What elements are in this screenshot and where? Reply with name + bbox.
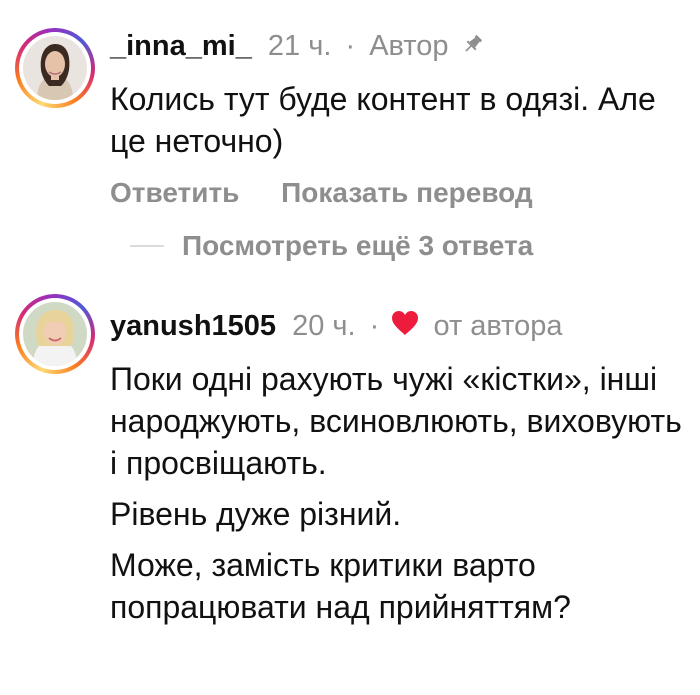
user-photo-icon: [23, 302, 87, 366]
comment-text: Поки одні рахують чужі «кістки», інші на…: [110, 358, 690, 637]
separator: ·: [345, 30, 356, 62]
comment-paragraph: Колись тут буде контент в одязі. Але це …: [110, 81, 656, 159]
reply-button[interactable]: Ответить: [110, 177, 239, 208]
avatar[interactable]: [15, 28, 95, 108]
username[interactable]: yanush1505: [110, 310, 276, 342]
comment-paragraph: Рівень дуже різний.: [110, 496, 402, 532]
comment-actions: Ответить Показать перевод: [110, 177, 533, 209]
avatar-photo: [23, 302, 87, 366]
comment-paragraph: Може, замість критики варто попрацювати …: [110, 547, 571, 625]
divider: [130, 245, 164, 247]
avatar-photo: [23, 36, 87, 100]
separator: ·: [369, 310, 380, 342]
view-more-replies-label: Посмотреть ещё 3 ответа: [182, 230, 534, 261]
author-badge: Автор: [369, 30, 449, 62]
heart-icon: [391, 309, 419, 345]
user-photo-icon: [23, 36, 87, 100]
comment-text: Колись тут буде контент в одязі. Але це …: [110, 78, 690, 171]
comment-paragraph: Поки одні рахують чужі «кістки», інші на…: [110, 361, 682, 481]
comment-time: 20 ч.: [292, 310, 356, 342]
view-more-replies-button[interactable]: Посмотреть ещё 3 ответа: [130, 228, 533, 264]
show-translation-button[interactable]: Показать перевод: [281, 177, 533, 208]
avatar[interactable]: [15, 294, 95, 374]
liked-by-author: от автора: [433, 310, 563, 342]
comment-item: yanush1505 20 ч. · от автора Поки одні р…: [0, 280, 700, 695]
comment-item: _inna_mi_ 21 ч. · Автор Колись тут буде …: [0, 0, 700, 280]
pin-icon: [461, 29, 485, 65]
comment-header: _inna_mi_ 21 ч. · Автор: [110, 28, 485, 65]
comment-time: 21 ч.: [267, 30, 332, 62]
comment-header: yanush1505 20 ч. · от автора: [110, 308, 563, 345]
username[interactable]: _inna_mi_: [110, 30, 252, 62]
